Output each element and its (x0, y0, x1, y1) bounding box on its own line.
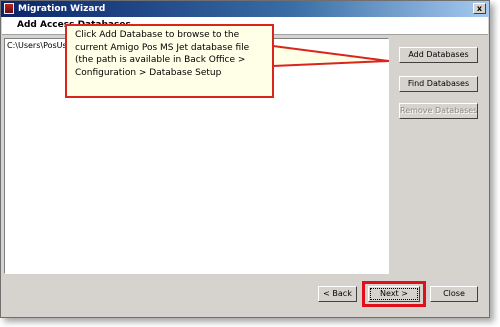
next-button-highlight (362, 281, 426, 307)
callout-text: Click Add Database to browse to the curr… (75, 30, 250, 78)
instruction-callout: Click Add Database to browse to the curr… (65, 24, 274, 98)
